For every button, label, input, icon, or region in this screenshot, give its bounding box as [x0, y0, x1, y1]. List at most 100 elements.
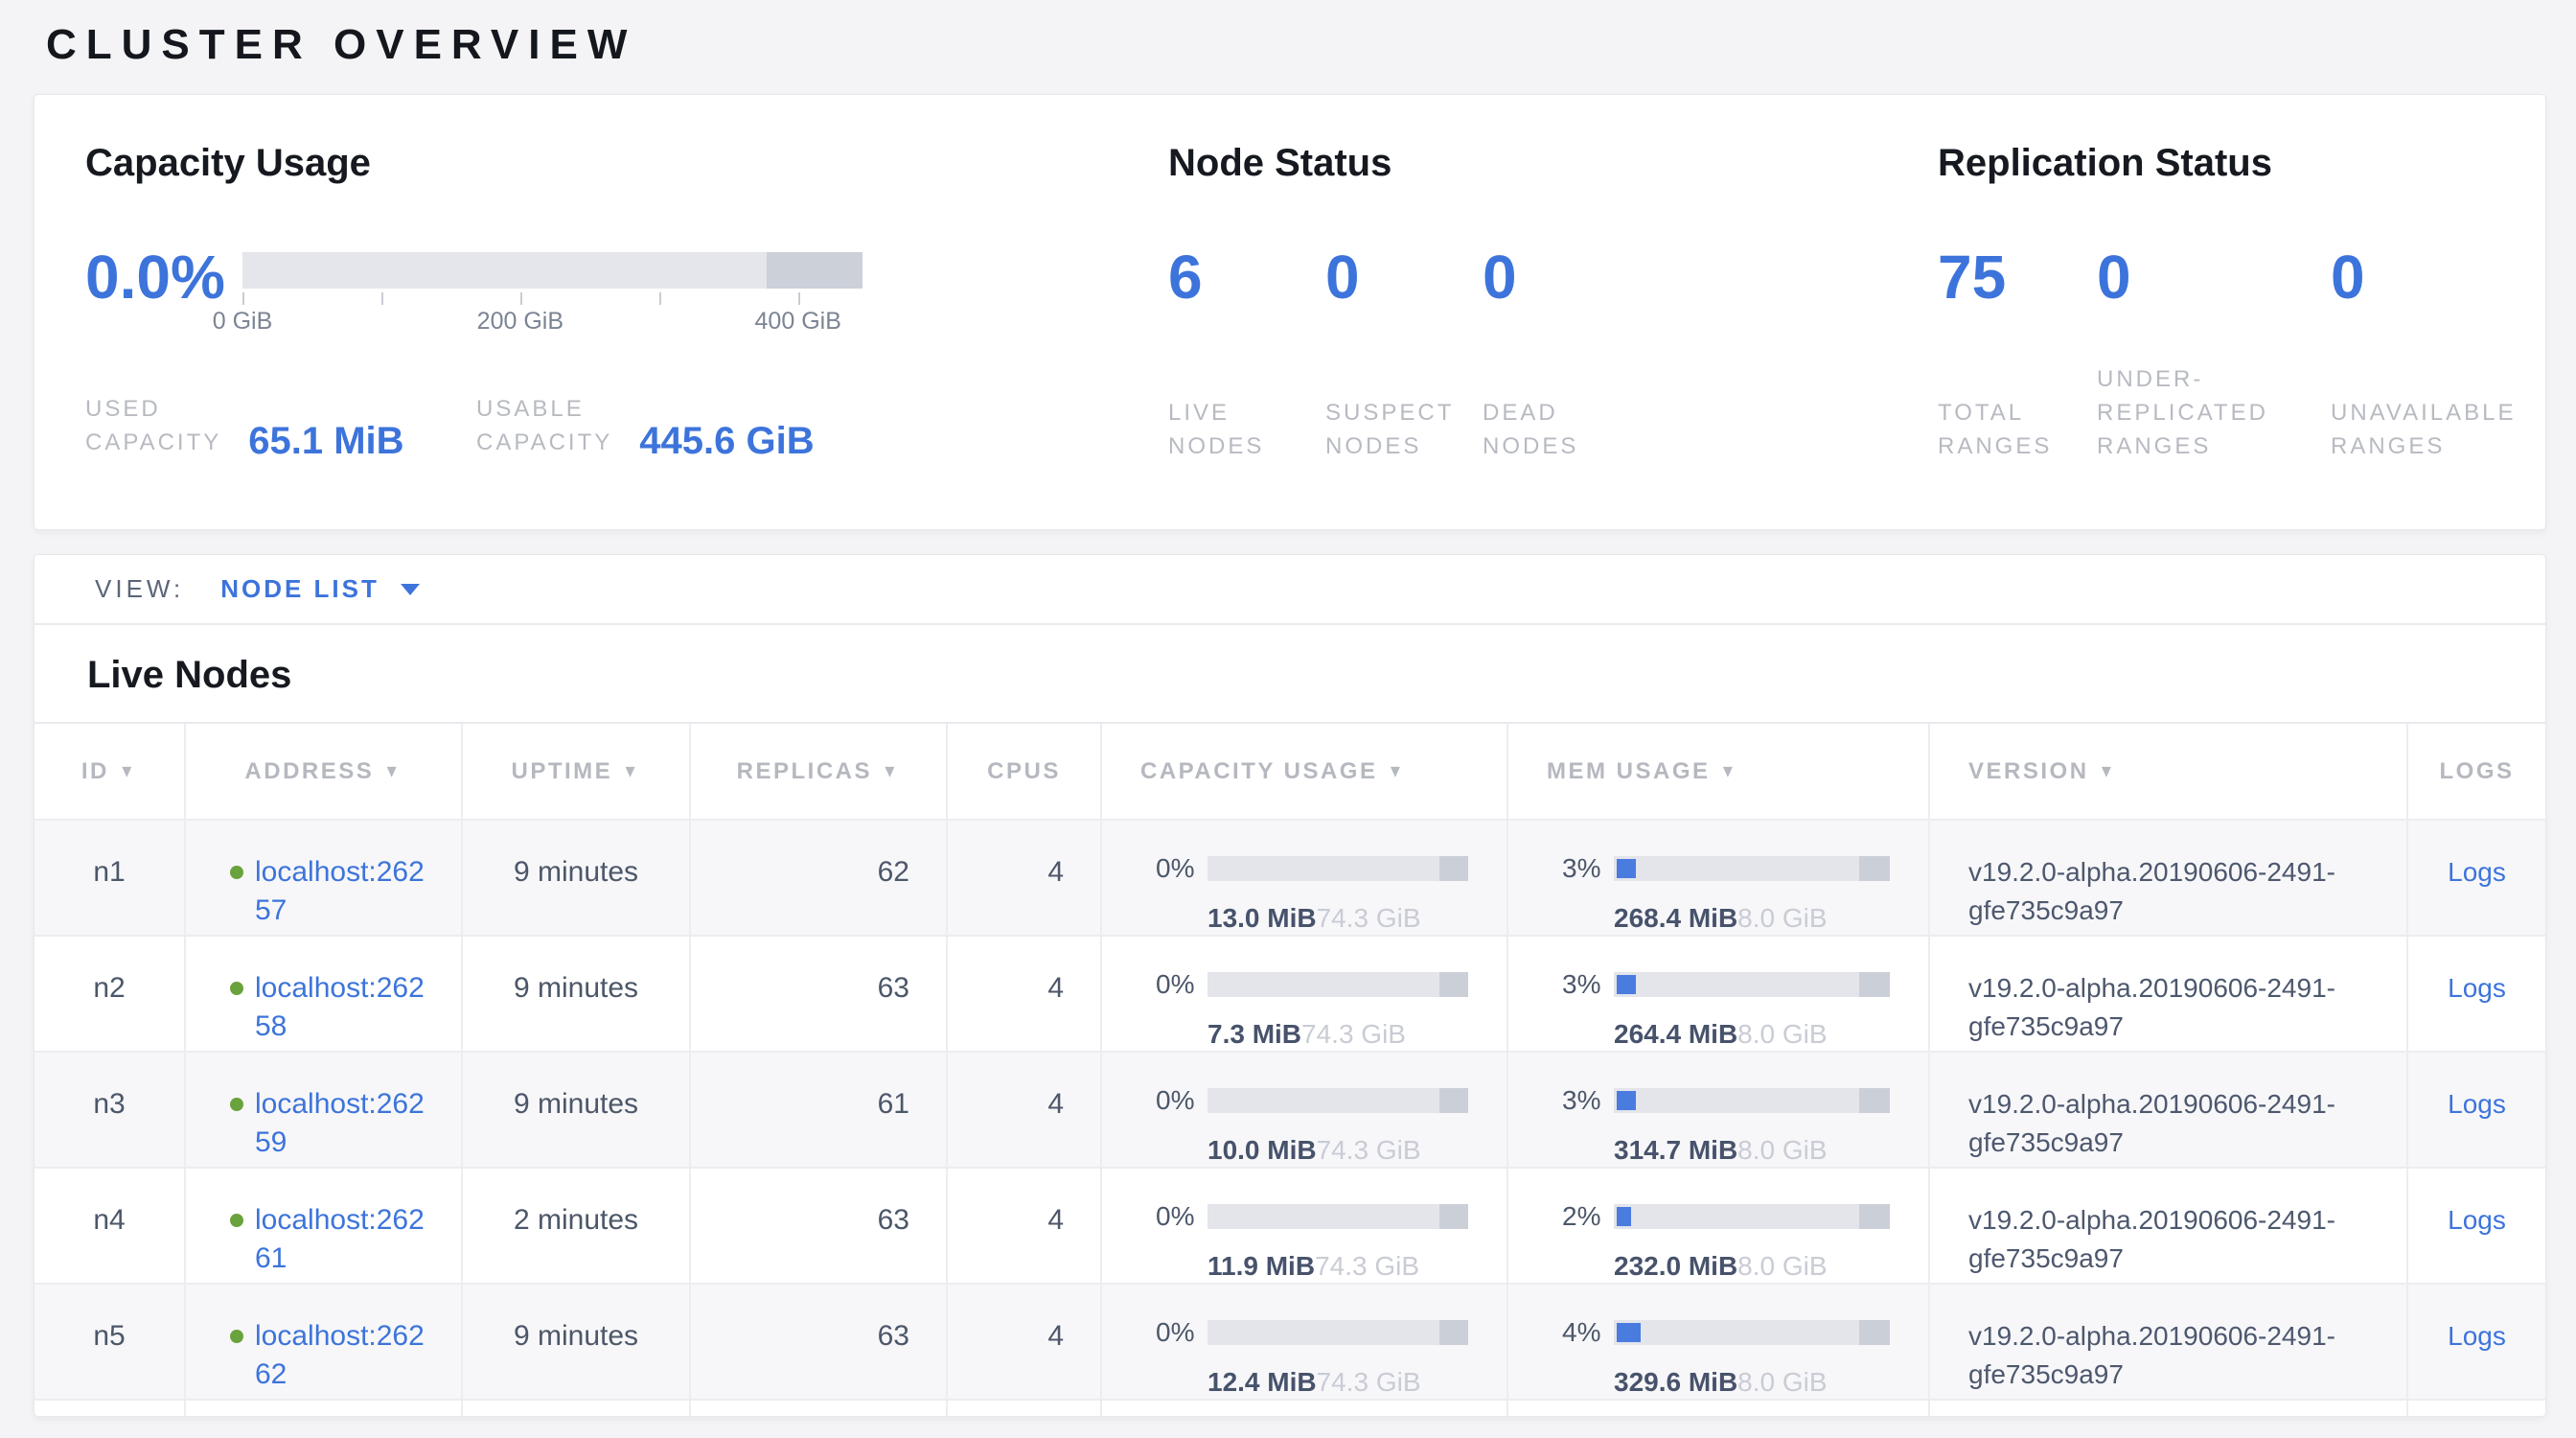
capacity-axis-ticks [242, 290, 862, 306]
node-id-cell: n5 [34, 1285, 186, 1402]
col-header-version[interactable]: VERSION▼ [1930, 724, 2408, 819]
node-address-line2: 59 [255, 1124, 425, 1162]
node-id-cell: n2 [34, 937, 186, 1054]
node-capacity-used-value: 12.4 MiB [1208, 1363, 1317, 1402]
node-logs-cell: Logs [2408, 821, 2545, 938]
bar-reserved-segment [1859, 972, 1890, 997]
suspect-nodes-count: 0 [1325, 246, 1483, 308]
node-capacity-used-value: 11.9 MiB [1208, 1247, 1315, 1286]
table-row-partial [34, 1401, 2545, 1417]
col-header-label-mem: MEM USAGE [1547, 758, 1711, 785]
view-selector-dropdown[interactable]: NODE LIST [220, 574, 420, 604]
col-header-replicas[interactable]: REPLICAS ▼ [691, 724, 948, 819]
node-mem-percent: 3% [1562, 965, 1604, 1004]
sort-desc-icon: ▼ [383, 761, 402, 782]
node-logs-cell: Logs [2408, 937, 2545, 1054]
node-address-link[interactable]: 61 [255, 1242, 287, 1274]
node-address-line2: 61 [255, 1240, 425, 1278]
node-capacity-bar [1208, 1088, 1468, 1113]
page-title: CLUSTER OVERVIEW [46, 21, 636, 69]
node-address-link[interactable]: 58 [255, 1010, 287, 1042]
node-address-link[interactable]: localhost:262 [255, 1088, 425, 1120]
table-row: n2localhost:262589 minutes6340%7.3 MiB74… [34, 937, 2545, 1053]
unavailable-count: 0 [2331, 246, 2517, 308]
node-replicas: 63 [878, 969, 909, 1008]
node-address-link[interactable]: localhost:262 [255, 1320, 425, 1352]
node-cpus: 4 [1047, 1085, 1064, 1124]
node-mem-bar [1614, 856, 1890, 881]
logs-link[interactable]: Logs [2448, 1201, 2506, 1240]
node-address-link[interactable]: 57 [255, 894, 287, 926]
col-header-label-replicas: REPLICAS [737, 758, 872, 785]
node-replicas-cell: 63 [691, 937, 948, 1054]
empty-cell [34, 1401, 186, 1417]
capacity-gauge-bar: 0 GiB 200 GiB 400 GiB [242, 246, 862, 336]
empty-cell [2408, 1401, 2545, 1417]
bar-reserved-segment [1439, 972, 1468, 997]
live-status-dot-icon [230, 1330, 243, 1343]
node-version-line2: gfe735c9a97 [1968, 892, 2124, 930]
live-nodes-stat: 6 LIVE NODES [1168, 246, 1325, 463]
suspect-nodes-stat: 0 SUSPECT NODES [1325, 246, 1483, 463]
node-id-cell: n1 [34, 821, 186, 938]
node-capacity-usage-cell: 0%7.3 MiB74.3 GiB [1102, 937, 1508, 1054]
node-id: n3 [93, 1085, 125, 1124]
logs-link[interactable]: Logs [2448, 853, 2506, 892]
tick-label-400: 400 GiB [755, 308, 841, 336]
live-nodes-label: LIVE NODES [1168, 396, 1325, 463]
node-mem-used-value: 268.4 MiB [1614, 899, 1737, 938]
node-address-cell: localhost:262 57 [186, 821, 463, 938]
bar-reserved-segment [1439, 1204, 1468, 1229]
bar-reserved-segment [1859, 1088, 1890, 1113]
live-nodes-count: 6 [1168, 246, 1325, 308]
node-capacity-usage-cell: 0%13.0 MiB74.3 GiB [1102, 821, 1508, 938]
node-version-cell: v19.2.0-alpha.20190606-2491-gfe735c9a97 [1930, 1053, 2408, 1170]
logs-link[interactable]: Logs [2448, 1085, 2506, 1124]
col-header-label-cpus: CPUS [987, 758, 1061, 785]
col-header-id[interactable]: ID▼ [34, 724, 186, 819]
mem-used-fill [1617, 1323, 1641, 1342]
node-capacity-total-value: 74.3 GiB [1315, 1247, 1419, 1286]
node-address-link[interactable]: 62 [255, 1358, 287, 1390]
col-header-uptime[interactable]: UPTIME▼ [463, 724, 691, 819]
node-mem-usage-cell: 4%329.6 MiB8.0 GiB [1508, 1285, 1930, 1402]
bar-reserved-segment [1439, 856, 1468, 881]
capacity-gauge: 0.0% 0 GiB 200 GiB 400 GiB [85, 246, 1168, 336]
logs-link[interactable]: Logs [2448, 969, 2506, 1008]
logs-link[interactable]: Logs [2448, 1317, 2506, 1356]
node-capacity-total-value: 74.3 GiB [1301, 1015, 1406, 1054]
node-replicas-cell: 63 [691, 1285, 948, 1402]
tick-label-200: 200 GiB [477, 308, 564, 336]
col-header-address[interactable]: ADDRESS▼ [186, 724, 463, 819]
node-version-cell: v19.2.0-alpha.20190606-2491-gfe735c9a97 [1930, 937, 2408, 1054]
usable-capacity-stat: USABLE CAPACITY 445.6 GiB [476, 392, 815, 459]
under-replicated-ranges-stat: 0 UNDER- REPLICATED RANGES [2097, 246, 2331, 463]
node-address-link[interactable]: localhost:262 [255, 856, 425, 888]
usable-capacity-value: 445.6 GiB [639, 423, 814, 459]
mem-used-fill [1617, 975, 1636, 994]
node-capacity-percent: 0% [1156, 849, 1198, 888]
empty-cell [948, 1401, 1102, 1417]
node-mem-usage-cell: 3%314.7 MiB8.0 GiB [1508, 1053, 1930, 1170]
node-address-link[interactable]: localhost:262 [255, 972, 425, 1004]
node-capacity-percent: 0% [1156, 1081, 1198, 1120]
node-address-link[interactable]: 59 [255, 1126, 287, 1158]
replication-status-section: Replication Status 75 TOTAL RANGES 0 UND… [1938, 95, 2545, 529]
capacity-axis-labels: 0 GiB 200 GiB 400 GiB [242, 308, 862, 336]
node-version-line1: v19.2.0-alpha.20190606-2491- [1968, 853, 2335, 892]
usable-capacity-label: USABLE CAPACITY [476, 392, 612, 459]
node-capacity-used-value: 13.0 MiB [1208, 899, 1317, 938]
node-cpus: 4 [1047, 853, 1064, 892]
node-mem-total-value: 8.0 GiB [1737, 1363, 1827, 1402]
live-status-dot-icon [230, 866, 243, 879]
node-capacity-usage-cell: 0%11.9 MiB74.3 GiB [1102, 1169, 1508, 1286]
node-address-cell: localhost:262 59 [186, 1053, 463, 1170]
view-label: VIEW: [95, 574, 184, 604]
col-header-capacity[interactable]: CAPACITY USAGE▼ [1102, 724, 1508, 819]
empty-cell [691, 1401, 948, 1417]
live-status-dot-icon [230, 982, 243, 995]
sort-desc-icon: ▼ [882, 761, 900, 782]
node-address-link[interactable]: localhost:262 [255, 1204, 425, 1236]
tick-label-0: 0 GiB [213, 308, 273, 336]
col-header-mem[interactable]: MEM USAGE▼ [1508, 724, 1930, 819]
